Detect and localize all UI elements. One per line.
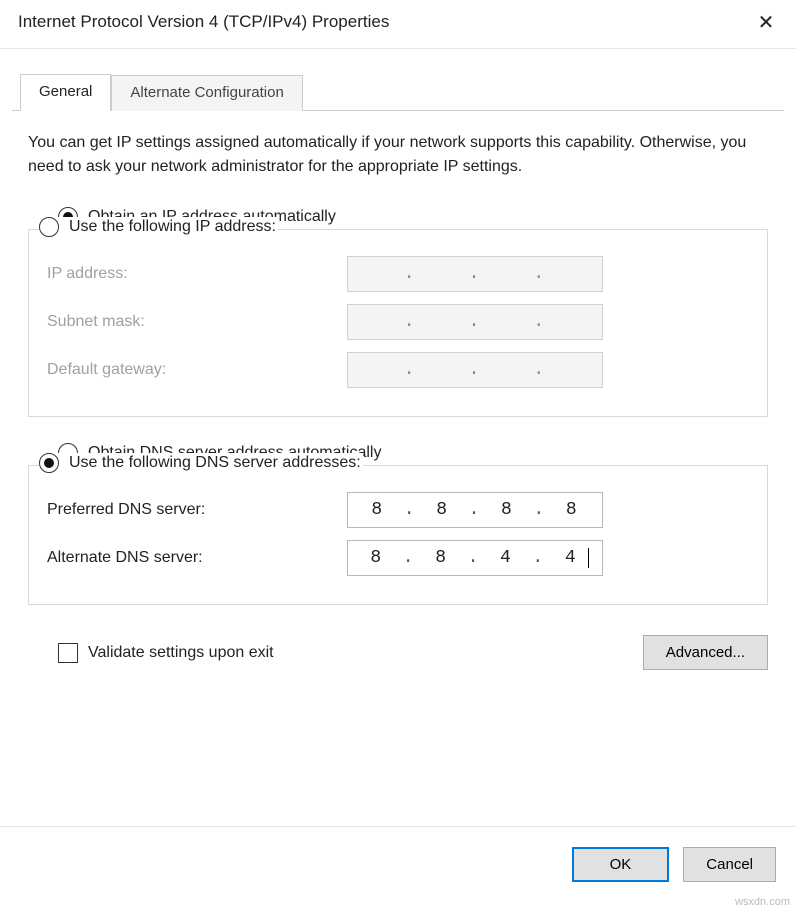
input-default-gateway: . . . xyxy=(347,352,603,388)
advanced-button[interactable]: Advanced... xyxy=(643,635,768,670)
row-alternate-dns: Alternate DNS server: 8. 8. 4. 4 xyxy=(47,540,749,576)
input-ip-address: . . . xyxy=(347,256,603,292)
radio-ip-manual[interactable]: Use the following IP address: xyxy=(39,217,278,237)
description-text: You can get IP settings assigned automat… xyxy=(28,131,768,179)
tab-content: You can get IP settings assigned automat… xyxy=(0,111,796,680)
label-subnet-mask: Subnet mask: xyxy=(47,313,347,331)
input-alternate-dns[interactable]: 8. 8. 4. 4 xyxy=(347,540,603,576)
ok-button[interactable]: OK xyxy=(572,847,670,882)
radio-icon xyxy=(39,217,59,237)
cancel-button[interactable]: Cancel xyxy=(683,847,776,882)
radio-dns-manual-label: Use the following DNS server addresses: xyxy=(69,454,361,472)
label-preferred-dns: Preferred DNS server: xyxy=(47,501,347,519)
label-alternate-dns: Alternate DNS server: xyxy=(47,549,347,567)
row-ip-address: IP address: . . . xyxy=(47,256,749,292)
dialog-footer: OK Cancel xyxy=(0,826,796,882)
tab-general[interactable]: General xyxy=(20,74,111,111)
checkbox-validate-label: Validate settings upon exit xyxy=(88,644,274,662)
row-subnet-mask: Subnet mask: . . . xyxy=(47,304,749,340)
checkbox-validate[interactable]: Validate settings upon exit xyxy=(58,643,274,663)
tab-alternate[interactable]: Alternate Configuration xyxy=(111,75,302,111)
radio-icon xyxy=(39,453,59,473)
group-dns-manual: Use the following DNS server addresses: … xyxy=(28,465,768,605)
group-ip-manual: Use the following IP address: IP address… xyxy=(28,229,768,417)
titlebar: Internet Protocol Version 4 (TCP/IPv4) P… xyxy=(0,0,796,49)
radio-dns-manual[interactable]: Use the following DNS server addresses: xyxy=(39,453,363,473)
label-default-gateway: Default gateway: xyxy=(47,361,347,379)
bottom-row: Validate settings upon exit Advanced... xyxy=(28,631,768,670)
watermark: wsxdn.com xyxy=(735,896,790,908)
text-caret xyxy=(588,548,589,568)
radio-ip-manual-label: Use the following IP address: xyxy=(69,218,276,236)
checkbox-icon xyxy=(58,643,78,663)
input-preferred-dns[interactable]: 8. 8. 8. 8 xyxy=(347,492,603,528)
label-ip-address: IP address: xyxy=(47,265,347,283)
window-title: Internet Protocol Version 4 (TCP/IPv4) P… xyxy=(18,12,389,32)
tab-strip: General Alternate Configuration xyxy=(12,73,784,111)
row-preferred-dns: Preferred DNS server: 8. 8. 8. 8 xyxy=(47,492,749,528)
input-subnet-mask: . . . xyxy=(347,304,603,340)
close-icon[interactable]: ✕ xyxy=(754,10,778,34)
row-default-gateway: Default gateway: . . . xyxy=(47,352,749,388)
